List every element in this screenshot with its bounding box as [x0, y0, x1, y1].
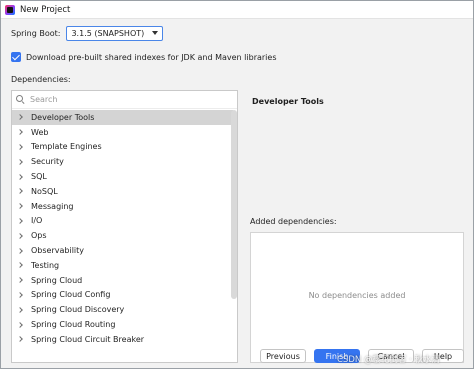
dependency-category-label: SQL [31, 172, 47, 182]
intellij-idea-icon [5, 4, 15, 15]
chevron-right-icon[interactable] [17, 187, 25, 195]
download-indexes-label[interactable]: Download pre-built shared indexes for JD… [26, 53, 277, 62]
dependency-category-label: Ops [31, 231, 47, 241]
dependencies-label: Dependencies: [11, 75, 71, 84]
chevron-right-icon[interactable] [17, 291, 25, 299]
chevron-right-icon[interactable] [17, 128, 25, 136]
added-dependencies-label: Added dependencies: [250, 217, 337, 226]
previous-button[interactable]: Previous [260, 349, 306, 363]
dependency-category-item[interactable]: Template Engines [12, 140, 233, 155]
dependency-category-item[interactable]: Spring Cloud [12, 273, 233, 288]
dependency-category-label: Spring Cloud [31, 275, 83, 285]
chevron-right-icon[interactable] [17, 306, 25, 314]
chevron-right-icon[interactable] [17, 143, 25, 151]
dependency-category-item[interactable]: Spring Cloud Discovery [12, 302, 233, 317]
dependency-category-item[interactable]: Developer Tools [12, 110, 233, 125]
dependency-category-item[interactable]: Spring Cloud Config [12, 288, 233, 303]
no-dependencies-text: No dependencies added [308, 291, 406, 300]
dependency-category-label: Spring Cloud Discovery [31, 305, 125, 315]
dependency-category-item[interactable]: NoSQL [12, 184, 233, 199]
dependency-category-label: Spring Cloud Circuit Breaker [31, 334, 145, 344]
dependency-category-label: I/O [31, 216, 43, 226]
dependency-category-label: Spring Cloud Routing [31, 320, 116, 330]
dependency-category-item[interactable]: Web [12, 125, 233, 140]
dependency-category-label: Web [31, 127, 49, 137]
spring-boot-version-select[interactable]: 3.1.5 (SNAPSHOT) [66, 26, 164, 41]
chevron-right-icon[interactable] [17, 335, 25, 343]
dependency-category-item[interactable]: Testing [12, 258, 233, 273]
dependencies-search [12, 91, 237, 109]
chevron-right-icon[interactable] [17, 261, 25, 269]
dependency-category-label: Spring Cloud Config [31, 290, 111, 300]
spring-boot-label: Spring Boot: [11, 29, 61, 38]
title-bar[interactable]: New Project [1, 1, 473, 19]
watermark: CSDN @樱花剑客 · 秋水清 [337, 355, 441, 365]
dependencies-panel: Developer Tools Web Template Engines Securi… [11, 90, 238, 363]
chevron-right-icon[interactable] [17, 247, 25, 255]
chevron-right-icon[interactable] [17, 202, 25, 210]
dependency-category-item[interactable]: Messaging [12, 199, 233, 214]
search-input[interactable] [30, 95, 210, 104]
dependency-category-label: Developer Tools [31, 112, 95, 122]
dependency-category-label: NoSQL [31, 186, 58, 196]
dependency-category-item[interactable]: Security [12, 154, 233, 169]
chevron-right-icon[interactable] [17, 173, 25, 181]
dependency-category-label: Testing [31, 260, 60, 270]
download-indexes-checkbox[interactable] [11, 52, 21, 62]
dependency-category-label: Security [31, 157, 64, 167]
spring-boot-version-value: 3.1.5 (SNAPSHOT) [71, 29, 145, 38]
dependency-category-item[interactable]: Spring Cloud Routing [12, 317, 233, 332]
dependency-category-item[interactable]: I/O [12, 214, 233, 229]
dependency-category-item[interactable]: SQL [12, 169, 233, 184]
download-indexes-row: Download pre-built shared indexes for JD… [11, 52, 277, 62]
chevron-right-icon[interactable] [17, 158, 25, 166]
dialog-content: Spring Boot: 3.1.5 (SNAPSHOT) Download p… [1, 19, 473, 368]
chevron-right-icon[interactable] [17, 217, 25, 225]
chevron-right-icon[interactable] [17, 232, 25, 240]
dependency-category-label: Template Engines [31, 142, 102, 152]
added-dependencies-panel: No dependencies added [250, 232, 464, 363]
scrollbar-thumb[interactable] [231, 110, 237, 299]
spring-boot-row: Spring Boot: 3.1.5 (SNAPSHOT) [11, 26, 164, 41]
new-project-dialog: New Project Spring Boot: 3.1.5 (SNAPSHOT… [0, 0, 474, 369]
dependency-category-item[interactable]: Spring Cloud Circuit Breaker [12, 332, 233, 347]
dependency-scrollbar[interactable] [231, 110, 237, 362]
dependency-tree: Developer Tools Web Template Engines Securi… [12, 110, 233, 347]
dependency-category-item[interactable]: Observability [12, 243, 233, 258]
selected-category-title: Developer Tools [252, 97, 324, 106]
chevron-right-icon[interactable] [17, 113, 25, 121]
chevron-right-icon[interactable] [17, 276, 25, 284]
window-title: New Project [20, 4, 71, 15]
chevron-down-icon [152, 31, 159, 35]
dependency-category-label: Observability [31, 246, 85, 256]
dependency-category-item[interactable]: Ops [12, 228, 233, 243]
search-icon [16, 95, 25, 104]
chevron-right-icon[interactable] [17, 321, 25, 329]
dependency-category-label: Messaging [31, 201, 74, 211]
